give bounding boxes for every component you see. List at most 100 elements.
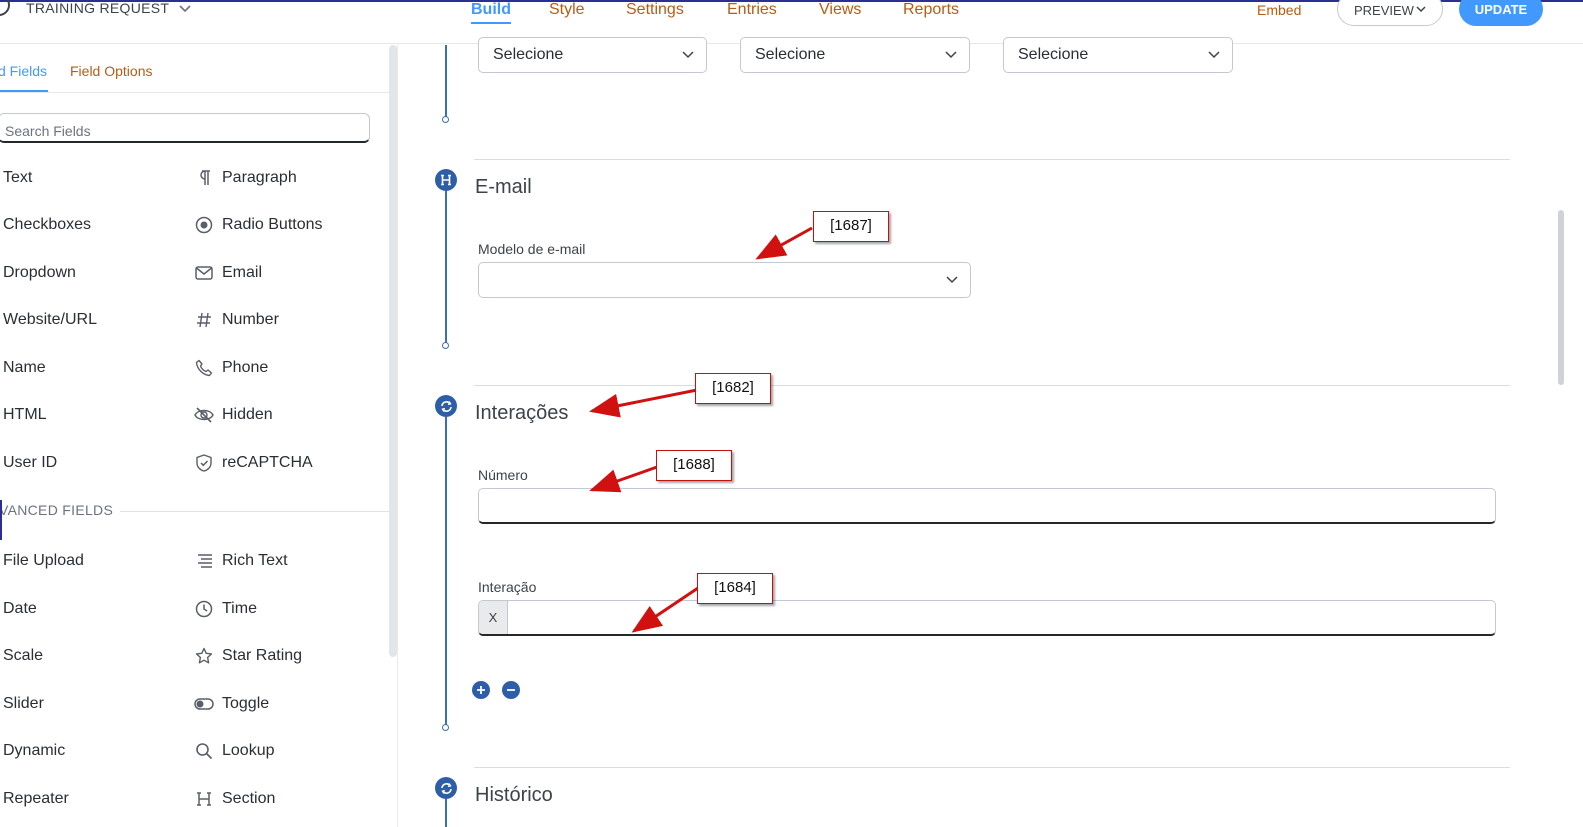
field-recaptcha[interactable]: reCAPTCHA	[194, 452, 313, 474]
input-prefix: X	[479, 601, 508, 634]
field-star-rating[interactable]: Star Rating	[194, 645, 302, 667]
select-field-1[interactable]: Selecione	[478, 37, 707, 73]
field-label: Time	[222, 600, 257, 617]
field-label: Slider	[3, 695, 44, 712]
field-text[interactable]: Text	[3, 167, 32, 189]
phone-icon	[194, 358, 214, 378]
field-dropdown[interactable]: Dropdown	[3, 262, 76, 284]
rich-text-icon	[194, 551, 214, 571]
field-html[interactable]: HTML	[3, 404, 47, 426]
field-lookup[interactable]: Lookup	[194, 740, 275, 762]
rail-end-dot	[442, 342, 449, 349]
field-label: Section	[222, 790, 276, 807]
field-label: Paragraph	[222, 169, 297, 186]
field-label: Dropdown	[3, 264, 76, 281]
field-file-upload[interactable]: File Upload	[3, 550, 84, 572]
sidebar-scrollbar[interactable]	[389, 45, 397, 657]
field-scale[interactable]: Scale	[3, 645, 43, 667]
nav-reports[interactable]: Reports	[903, 1, 959, 19]
field-label: Radio Buttons	[222, 216, 323, 233]
repeater-icon[interactable]	[435, 777, 457, 799]
tab-field-options[interactable]: Field Options	[70, 63, 152, 79]
numero-input[interactable]	[478, 488, 1496, 524]
field-label: Repeater	[3, 790, 69, 807]
nav-entries[interactable]: Entries	[727, 1, 777, 19]
field-number[interactable]: Number	[194, 309, 279, 331]
field-phone[interactable]: Phone	[194, 357, 268, 379]
nav-style[interactable]: Style	[549, 1, 585, 19]
chevron-down-icon	[1208, 51, 1220, 59]
field-checkboxes[interactable]: Checkboxes	[3, 214, 91, 236]
window-left-border	[0, 500, 2, 540]
select-field-3[interactable]: Selecione	[1003, 37, 1233, 73]
field-dynamic[interactable]: Dynamic	[3, 740, 65, 762]
field-label-modelo-email: Modelo de e-mail	[478, 241, 586, 257]
advanced-fields-heading: VANCED FIELDS	[0, 502, 114, 518]
nav-build[interactable]: Build	[471, 1, 511, 19]
field-label: Text	[3, 169, 33, 186]
field-email[interactable]: Email	[194, 262, 262, 284]
app-logo-icon[interactable]	[0, 0, 10, 16]
field-label: Scale	[3, 647, 44, 664]
select-value: Selecione	[755, 46, 826, 63]
field-label: Checkboxes	[3, 216, 92, 233]
add-row-button[interactable]	[472, 681, 490, 699]
field-time[interactable]: Time	[194, 598, 257, 620]
preview-button[interactable]: PREVIEW	[1337, 0, 1443, 26]
magnifier-icon	[194, 741, 214, 761]
canvas-scrollbar[interactable]	[1558, 210, 1564, 385]
field-label: Phone	[222, 359, 269, 376]
field-name[interactable]: Name	[3, 357, 46, 379]
field-website-url[interactable]: Website/URL	[3, 309, 97, 331]
field-label: File Upload	[3, 552, 84, 569]
minus-icon	[507, 689, 515, 691]
section-title-email[interactable]: E-mail	[475, 176, 532, 199]
nav-views[interactable]: Views	[819, 1, 861, 19]
update-button[interactable]: UPDATE	[1459, 0, 1543, 26]
select-field-2[interactable]: Selecione	[740, 37, 970, 73]
section-rail	[445, 417, 447, 727]
advanced-divider	[120, 511, 390, 512]
field-slider[interactable]: Slider	[3, 693, 44, 715]
search-fields-input[interactable]	[0, 113, 370, 143]
section-title-historico[interactable]: Histórico	[475, 784, 553, 807]
annotation-label: [1682]	[695, 373, 771, 404]
repeater-icon[interactable]	[435, 395, 457, 417]
modelo-email-select[interactable]	[478, 262, 971, 298]
field-label: User ID	[3, 454, 58, 471]
field-label: Date	[3, 600, 37, 617]
preview-label: PREVIEW	[1354, 3, 1414, 18]
field-paragraph[interactable]: Paragraph	[194, 167, 297, 189]
section-divider	[474, 159, 1510, 160]
interacao-input[interactable]: X	[478, 600, 1496, 636]
form-name[interactable]: TRAINING REQUEST	[26, 0, 169, 16]
field-label: Number	[222, 311, 279, 328]
envelope-icon	[194, 263, 214, 283]
app-window: TRAINING REQUEST Build Style Settings En…	[0, 0, 1583, 827]
field-user-id[interactable]: User ID	[3, 452, 57, 474]
embed-link[interactable]: Embed	[1257, 2, 1301, 18]
nav-settings[interactable]: Settings	[626, 1, 684, 19]
field-section[interactable]: Section	[194, 788, 275, 810]
section-h-icon[interactable]	[435, 169, 457, 191]
field-hidden[interactable]: Hidden	[194, 404, 273, 426]
field-toggle[interactable]: Toggle	[194, 693, 269, 715]
section-title-interacoes[interactable]: Interações	[475, 402, 568, 425]
field-label: Email	[222, 264, 263, 281]
field-date[interactable]: Date	[3, 598, 37, 620]
select-value: Selecione	[493, 46, 564, 63]
chevron-down-icon	[682, 51, 694, 59]
annotation-label: [1684]	[697, 573, 773, 604]
field-label: Name	[3, 359, 46, 376]
chevron-down-icon	[946, 276, 958, 284]
remove-row-button[interactable]	[502, 681, 520, 699]
field-rich-text[interactable]: Rich Text	[194, 550, 288, 572]
chevron-down-icon[interactable]	[178, 4, 192, 14]
paragraph-icon	[194, 168, 214, 188]
section-divider	[474, 767, 1510, 768]
field-radio-buttons[interactable]: Radio Buttons	[194, 214, 323, 236]
tab-add-fields[interactable]: d Fields	[0, 63, 47, 79]
field-repeater[interactable]: Repeater	[3, 788, 69, 810]
chevron-down-icon	[945, 51, 957, 59]
section-rail	[445, 799, 447, 827]
